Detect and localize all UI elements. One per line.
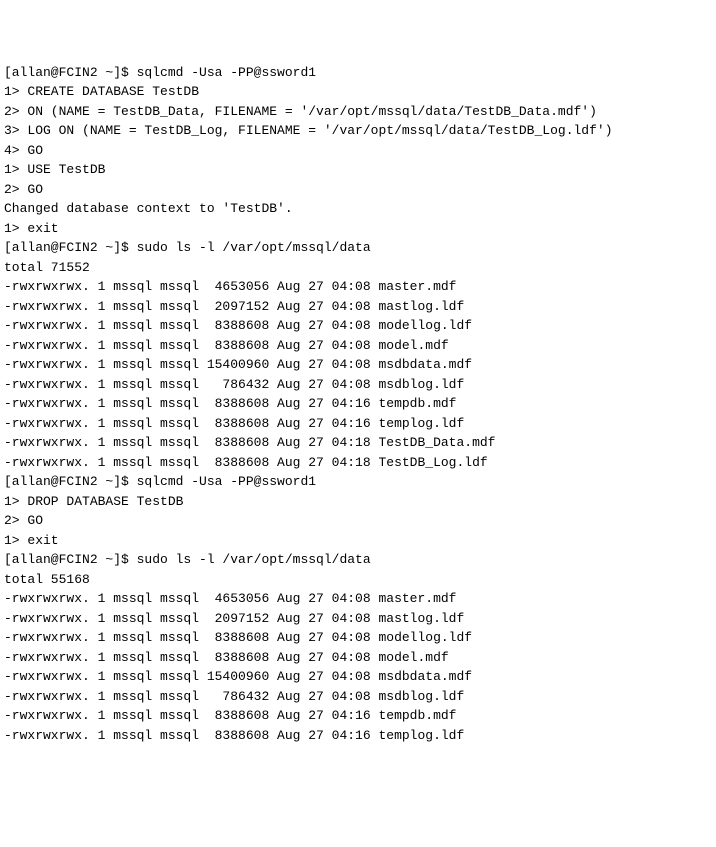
terminal-line: Changed database context to 'TestDB'. xyxy=(4,199,712,219)
terminal-line: -rwxrwxrwx. 1 mssql mssql 8388608 Aug 27… xyxy=(4,394,712,414)
terminal-line: -rwxrwxrwx. 1 mssql mssql 2097152 Aug 27… xyxy=(4,297,712,317)
terminal-line: [allan@FCIN2 ~]$ sqlcmd -Usa -PP@ssword1 xyxy=(4,63,712,83)
terminal-line: -rwxrwxrwx. 1 mssql mssql 786432 Aug 27 … xyxy=(4,687,712,707)
terminal-line: 1> CREATE DATABASE TestDB xyxy=(4,82,712,102)
terminal-line: [allan@FCIN2 ~]$ sudo ls -l /var/opt/mss… xyxy=(4,550,712,570)
terminal-output: [allan@FCIN2 ~]$ sqlcmd -Usa -PP@ssword1… xyxy=(4,63,712,746)
terminal-line: -rwxrwxrwx. 1 mssql mssql 8388608 Aug 27… xyxy=(4,726,712,746)
terminal-line: -rwxrwxrwx. 1 mssql mssql 2097152 Aug 27… xyxy=(4,609,712,629)
terminal-line: -rwxrwxrwx. 1 mssql mssql 15400960 Aug 2… xyxy=(4,355,712,375)
terminal-line: 1> DROP DATABASE TestDB xyxy=(4,492,712,512)
terminal-line: total 55168 xyxy=(4,570,712,590)
terminal-line: [allan@FCIN2 ~]$ sudo ls -l /var/opt/mss… xyxy=(4,238,712,258)
terminal-line: -rwxrwxrwx. 1 mssql mssql 8388608 Aug 27… xyxy=(4,414,712,434)
terminal-line: 3> LOG ON (NAME = TestDB_Log, FILENAME =… xyxy=(4,121,712,141)
terminal-line: -rwxrwxrwx. 1 mssql mssql 15400960 Aug 2… xyxy=(4,667,712,687)
terminal-line: 4> GO xyxy=(4,141,712,161)
terminal-line: 1> exit xyxy=(4,219,712,239)
terminal-line: 1> USE TestDB xyxy=(4,160,712,180)
terminal-line: total 71552 xyxy=(4,258,712,278)
terminal-line: 2> ON (NAME = TestDB_Data, FILENAME = '/… xyxy=(4,102,712,122)
terminal-line: -rwxrwxrwx. 1 mssql mssql 4653056 Aug 27… xyxy=(4,589,712,609)
terminal-line: -rwxrwxrwx. 1 mssql mssql 8388608 Aug 27… xyxy=(4,453,712,473)
terminal-line: -rwxrwxrwx. 1 mssql mssql 8388608 Aug 27… xyxy=(4,336,712,356)
terminal-line: -rwxrwxrwx. 1 mssql mssql 786432 Aug 27 … xyxy=(4,375,712,395)
terminal-line: 2> GO xyxy=(4,180,712,200)
terminal-line: -rwxrwxrwx. 1 mssql mssql 4653056 Aug 27… xyxy=(4,277,712,297)
terminal-line: 1> exit xyxy=(4,531,712,551)
terminal-line: -rwxrwxrwx. 1 mssql mssql 8388608 Aug 27… xyxy=(4,706,712,726)
terminal-line: -rwxrwxrwx. 1 mssql mssql 8388608 Aug 27… xyxy=(4,316,712,336)
terminal-line: -rwxrwxrwx. 1 mssql mssql 8388608 Aug 27… xyxy=(4,433,712,453)
terminal-line: [allan@FCIN2 ~]$ sqlcmd -Usa -PP@ssword1 xyxy=(4,472,712,492)
terminal-line: 2> GO xyxy=(4,511,712,531)
terminal-line: -rwxrwxrwx. 1 mssql mssql 8388608 Aug 27… xyxy=(4,648,712,668)
